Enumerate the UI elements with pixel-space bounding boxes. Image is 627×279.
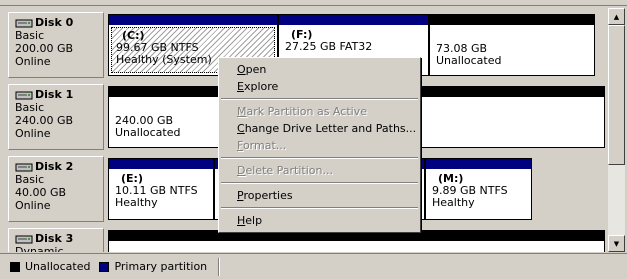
primary-partition-bar	[426, 159, 531, 169]
disk-status: Online	[15, 127, 51, 140]
disk-name: Disk 2	[35, 160, 74, 173]
primary-partition-bar	[279, 15, 428, 25]
context-menu: Open Explore Mark Partition as Active Chang…	[218, 57, 421, 233]
menu-item-explore[interactable]: Explore	[219, 78, 420, 95]
menu-separator	[219, 179, 420, 187]
legend-label: Primary partition	[114, 260, 208, 273]
disk-drive-icon	[15, 235, 33, 244]
arrow-down-icon: ▼	[613, 239, 620, 248]
legend-bar: Unallocated Primary partition	[0, 253, 627, 279]
disk-name: Disk 3	[35, 232, 74, 245]
volume-status: Healthy	[432, 196, 475, 209]
disk-status: Online	[15, 55, 51, 68]
disk-drive-icon	[15, 163, 33, 172]
legend-label: Unallocated	[25, 260, 91, 273]
menu-item-open[interactable]: Open	[219, 61, 420, 78]
disk-info-2[interactable]: Disk 2 Basic 40.00 GB Online	[8, 156, 104, 222]
menu-separator	[219, 204, 420, 212]
volume-m[interactable]: (M:) 9.89 GB NTFS Healthy	[425, 158, 532, 220]
menu-separator	[219, 95, 420, 103]
unallocated-space[interactable]	[108, 230, 605, 252]
legend-item-primary: Primary partition	[99, 260, 207, 273]
primary-partition-bar	[109, 159, 213, 169]
disk-info-1[interactable]: Disk 1 Basic 240.00 GB Online	[8, 84, 104, 150]
disk-type: Dynamic	[15, 245, 64, 253]
unallocated-bar	[430, 15, 594, 25]
volume-e[interactable]: (E:) 10.11 GB NTFS Healthy	[108, 158, 214, 220]
legend-swatch	[10, 261, 20, 272]
legend-divider	[218, 257, 221, 276]
menu-item-change-drive-letter-and-paths[interactable]: Change Drive Letter and Paths...	[219, 120, 420, 137]
disk-drive-icon	[15, 19, 33, 28]
scroll-down-button[interactable]: ▼	[608, 235, 625, 252]
menu-item-properties[interactable]: Properties	[219, 187, 420, 204]
legend-swatch	[99, 261, 110, 272]
menu-item-delete-partition[interactable]: Delete Partition...	[219, 162, 420, 179]
top-edge	[0, 0, 627, 6]
volume-status: Healthy	[115, 196, 158, 209]
volume-size: 27.25 GB FAT32	[285, 40, 373, 53]
disk-name: Disk 0	[35, 16, 74, 29]
menu-item-format[interactable]: Format...	[219, 137, 420, 154]
volume-status: Unallocated	[436, 54, 502, 67]
disk-name: Disk 1	[35, 88, 74, 101]
unallocated-space[interactable]: 73.08 GB Unallocated	[429, 14, 595, 76]
scroll-thumb[interactable]	[608, 25, 625, 165]
legend-item-unallocated: Unallocated	[10, 260, 90, 273]
disk-info-0[interactable]: Disk 0 Basic 200.00 GB Online	[8, 12, 104, 78]
menu-item-mark-partition-as-active[interactable]: Mark Partition as Active	[219, 103, 420, 120]
scroll-up-button[interactable]: ▲	[608, 8, 625, 25]
disk-status: Online	[15, 199, 51, 212]
disk-drive-icon	[15, 91, 33, 100]
disk-info-3[interactable]: Disk 3 Dynamic	[8, 228, 104, 252]
primary-partition-bar	[109, 15, 277, 25]
menu-item-help[interactable]: Help	[219, 212, 420, 229]
arrow-up-icon: ▲	[613, 12, 620, 21]
menu-separator	[219, 154, 420, 162]
vertical-scrollbar[interactable]: ▲ ▼	[608, 8, 625, 252]
